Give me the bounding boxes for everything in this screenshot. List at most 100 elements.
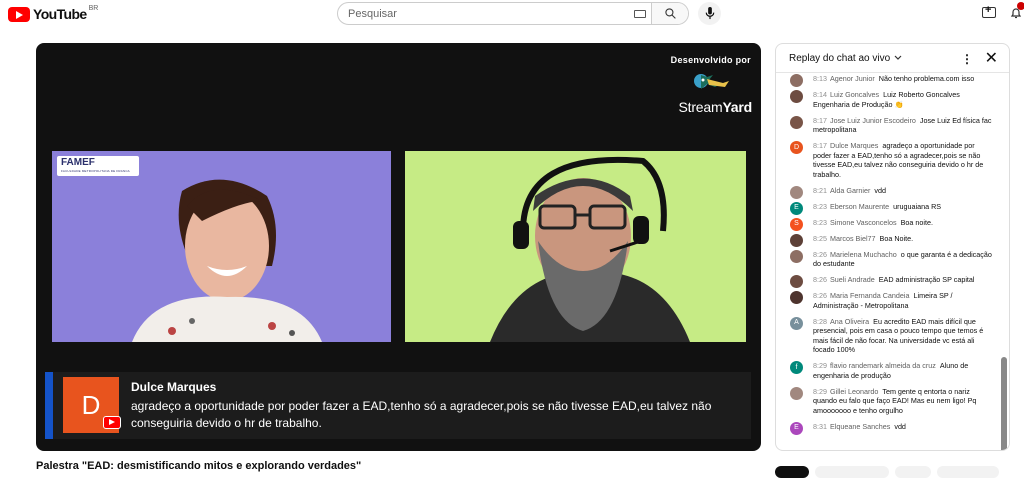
save-button[interactable] [937,466,999,478]
author-avatar[interactable]: f [790,361,803,374]
chat-scrollbar[interactable] [998,73,1009,450]
author-avatar[interactable] [790,275,803,288]
top-bar: YouTube BR [0,0,1024,30]
message-author[interactable]: Luiz Goncalves [830,90,879,99]
notifications-bell-icon[interactable] [1010,2,1024,19]
woman-speaker-image [52,151,391,342]
message-author[interactable]: Eberson Maurente [830,202,889,211]
message-timestamp: 8:17 [813,141,827,150]
message-timestamp: 8:13 [813,74,827,83]
message-author[interactable]: Sueli Andrade [830,275,875,284]
video-player[interactable]: Desenvolvido por StreamYard FAMEF FACULDA… [36,43,761,451]
message-timestamp: 8:21 [813,185,827,195]
search-button[interactable] [651,3,688,24]
chat-message[interactable]: 8:26 Maria Fernanda Candeia Limeira SP / A… [776,291,1000,310]
chat-message[interactable]: 8:29 Gillei Leonardo Tem gente q entorta o… [776,386,1000,416]
chat-message[interactable]: f 8:29 flavio randemark almeida da cruz Alu… [776,361,1000,380]
chat-mode-selector[interactable]: Replay do chat ao vivo [789,53,890,64]
more-options-icon[interactable]: ⋮ [961,52,973,66]
message-author[interactable]: Ana Oliveira [830,317,869,326]
voice-search-button[interactable] [698,2,721,25]
chat-message-overlay: D Dulce Marques agradeço a oportunidade … [45,372,751,439]
close-icon[interactable]: ✕ [985,48,998,68]
create-video-icon[interactable] [982,4,996,18]
famef-logo: FAMEF FACULDADE METROPOLITANA DE FRANCA [57,156,139,176]
youtube-logo[interactable]: YouTube BR [8,5,98,23]
author-avatar[interactable] [790,233,803,247]
message-author[interactable]: Simone Vasconcelos [830,218,897,227]
scrollbar-thumb[interactable] [1001,357,1007,450]
chat-message[interactable]: 8:26 Marielena Muchacho o que garanta é a … [776,249,1000,269]
message-timestamp: 8:14 [813,90,827,99]
author-avatar[interactable] [790,115,803,129]
message-author[interactable]: Gillei Leonardo [830,387,878,396]
chat-message[interactable]: 8:17 Jose Luiz Junior Escodeiro Jose Luiz … [776,115,1000,135]
share-button[interactable] [895,466,931,478]
chat-message[interactable]: 8:14 Luiz Goncalves Luiz Roberto Goncalves… [776,90,1000,109]
author-avatar[interactable]: E [790,201,803,215]
message-timestamp: 8:28 [813,316,827,326]
country-code: BR [88,5,99,12]
message-text: vdd [874,185,886,195]
like-button[interactable] [815,466,889,478]
chat-message[interactable]: 8:21 Alda Garnier vdd [776,185,1000,199]
chat-message[interactable]: E 8:23 Eberson Maurente uruguaiana RS [776,201,1000,215]
message-author[interactable]: Marcos Biel77 [830,234,876,243]
chevron-down-icon[interactable] [894,55,902,61]
message-author[interactable]: Marielena Muchacho [830,250,897,259]
author-avatar[interactable] [790,386,803,400]
chat-message[interactable]: A 8:28 Ana Oliveira Eu acredito EAD mais di… [776,316,1000,355]
youtube-badge-icon [103,416,121,429]
message-timestamp: 8:31 [813,421,827,431]
chat-message[interactable]: E 8:31 Elqueane Sanches vdd [776,421,1000,435]
author-avatar[interactable] [790,74,803,87]
message-timestamp: 8:23 [813,201,827,211]
author-avatar[interactable] [790,185,803,199]
author-avatar[interactable] [790,90,803,103]
man-speaker-image [405,151,746,342]
live-chat-panel: Replay do chat ao vivo ⋮ ✕ 8:13 Agenor Ju… [775,43,1010,451]
author-avatar[interactable] [790,249,803,263]
message-author[interactable]: flavio randemark almeida da cruz [830,361,936,370]
logo-text: YouTube [33,6,87,22]
author-avatar[interactable]: E [790,421,803,435]
search-box [337,2,689,25]
message-text: Boa noite. [900,217,933,227]
chat-message-list: 8:13 Agenor Junior Não tenho problema.com … [776,73,1000,450]
search-input[interactable] [338,7,628,20]
message-text: EAD administração SP capital [878,275,975,284]
youtube-play-icon [8,6,30,22]
author-avatar[interactable]: A [790,316,803,330]
message-author[interactable]: Agenor Junior [830,74,875,83]
message-author[interactable]: Alda Garnier [830,186,870,195]
chat-message[interactable]: 8:13 Agenor Junior Não tenho problema.com … [776,74,1000,87]
chat-message[interactable]: 8:26 Sueli Andrade EAD administração SP ca… [776,275,1000,288]
author-avatar[interactable] [790,291,803,304]
search-icon [664,8,676,19]
streamyard-brand: StreamYard [678,99,753,115]
speaker-video-right [405,151,746,342]
message-timestamp: 8:29 [813,361,827,370]
message-text: Boa Noite. [879,233,914,243]
developed-by-label: Desenvolvido por [670,55,751,65]
message-author[interactable]: Elqueane Sanches [830,422,890,431]
chat-message[interactable]: 8:25 Marcos Biel77 Boa Noite. [776,233,1000,247]
video-title: Palestra "EAD: desmistificando mitos e e… [36,460,362,472]
message-timestamp: 8:23 [813,217,827,227]
message-text: Não tenho problema.com isso [878,74,975,83]
keyboard-icon[interactable] [634,10,646,18]
author-avatar[interactable]: D [790,141,803,154]
subscribe-button[interactable] [775,466,809,478]
message-text: uruguaiana RS [893,201,942,211]
message-author[interactable]: Dulce Marques [830,141,878,150]
author-avatar[interactable]: S [790,217,803,231]
message-author[interactable]: Jose Luiz Junior Escodeiro [830,116,916,125]
chat-message[interactable]: D 8:17 Dulce Marques agradeço a oportunidad… [776,141,1000,179]
microphone-icon [705,7,714,20]
overlay-message: agradeço a oportunidade por poder fazer … [131,399,712,430]
message-timestamp: 8:26 [813,275,827,284]
speaker-video-left: FAMEF FACULDADE METROPOLITANA DE FRANCA [52,151,391,342]
notification-badge [1017,2,1024,10]
chat-message[interactable]: S 8:23 Simone Vasconcelos Boa noite. [776,217,1000,231]
message-author[interactable]: Maria Fernanda Candeia [830,291,910,300]
